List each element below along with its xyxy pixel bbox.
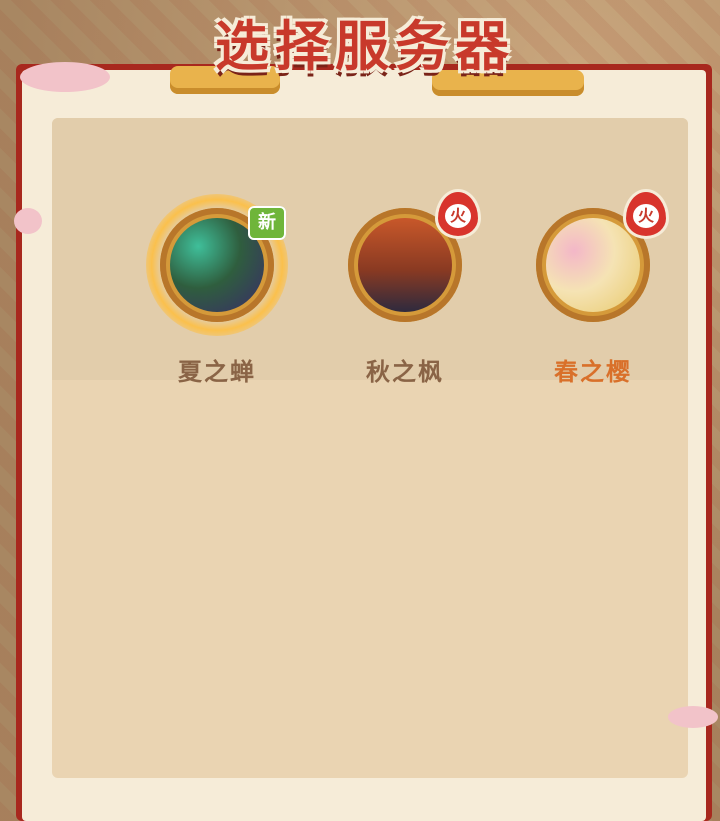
server-list-panel: 新 夏之蝉 火 秋之枫 火 春之樱 [52, 118, 688, 778]
cloud-decoration-icon [20, 62, 110, 92]
cloud-decoration-icon [668, 706, 718, 728]
autumn-art-icon [358, 218, 452, 312]
server-icon-spring[interactable]: 火 [528, 192, 666, 330]
server-name-autumn[interactable]: 秋之枫 [330, 352, 480, 387]
page-title: 选择服务器 [215, 14, 515, 78]
hot-badge: 火 [626, 192, 666, 236]
dialog-frame: 新 夏之蝉 火 秋之枫 火 春之樱 [16, 64, 712, 821]
server-name-spring[interactable]: 春之樱 [518, 352, 668, 387]
hot-badge-label: 火 [633, 204, 659, 228]
hot-badge: 火 [438, 192, 478, 236]
server-name-summer[interactable]: 夏之蝉 [142, 352, 292, 387]
server-icon-autumn[interactable]: 火 [340, 192, 478, 330]
server-card-autumn[interactable]: 火 秋之枫 [330, 192, 480, 387]
spring-art-icon [546, 218, 640, 312]
server-card-spring[interactable]: 火 春之樱 [518, 192, 668, 387]
server-card-summer[interactable]: 新 夏之蝉 [142, 194, 292, 387]
petal-decoration-icon [14, 208, 42, 234]
dialog-body: 新 夏之蝉 火 秋之枫 火 春之樱 [22, 70, 706, 821]
new-badge: 新 [248, 206, 286, 240]
hot-badge-label: 火 [445, 204, 471, 228]
server-icon-summer[interactable]: 新 [146, 194, 288, 336]
